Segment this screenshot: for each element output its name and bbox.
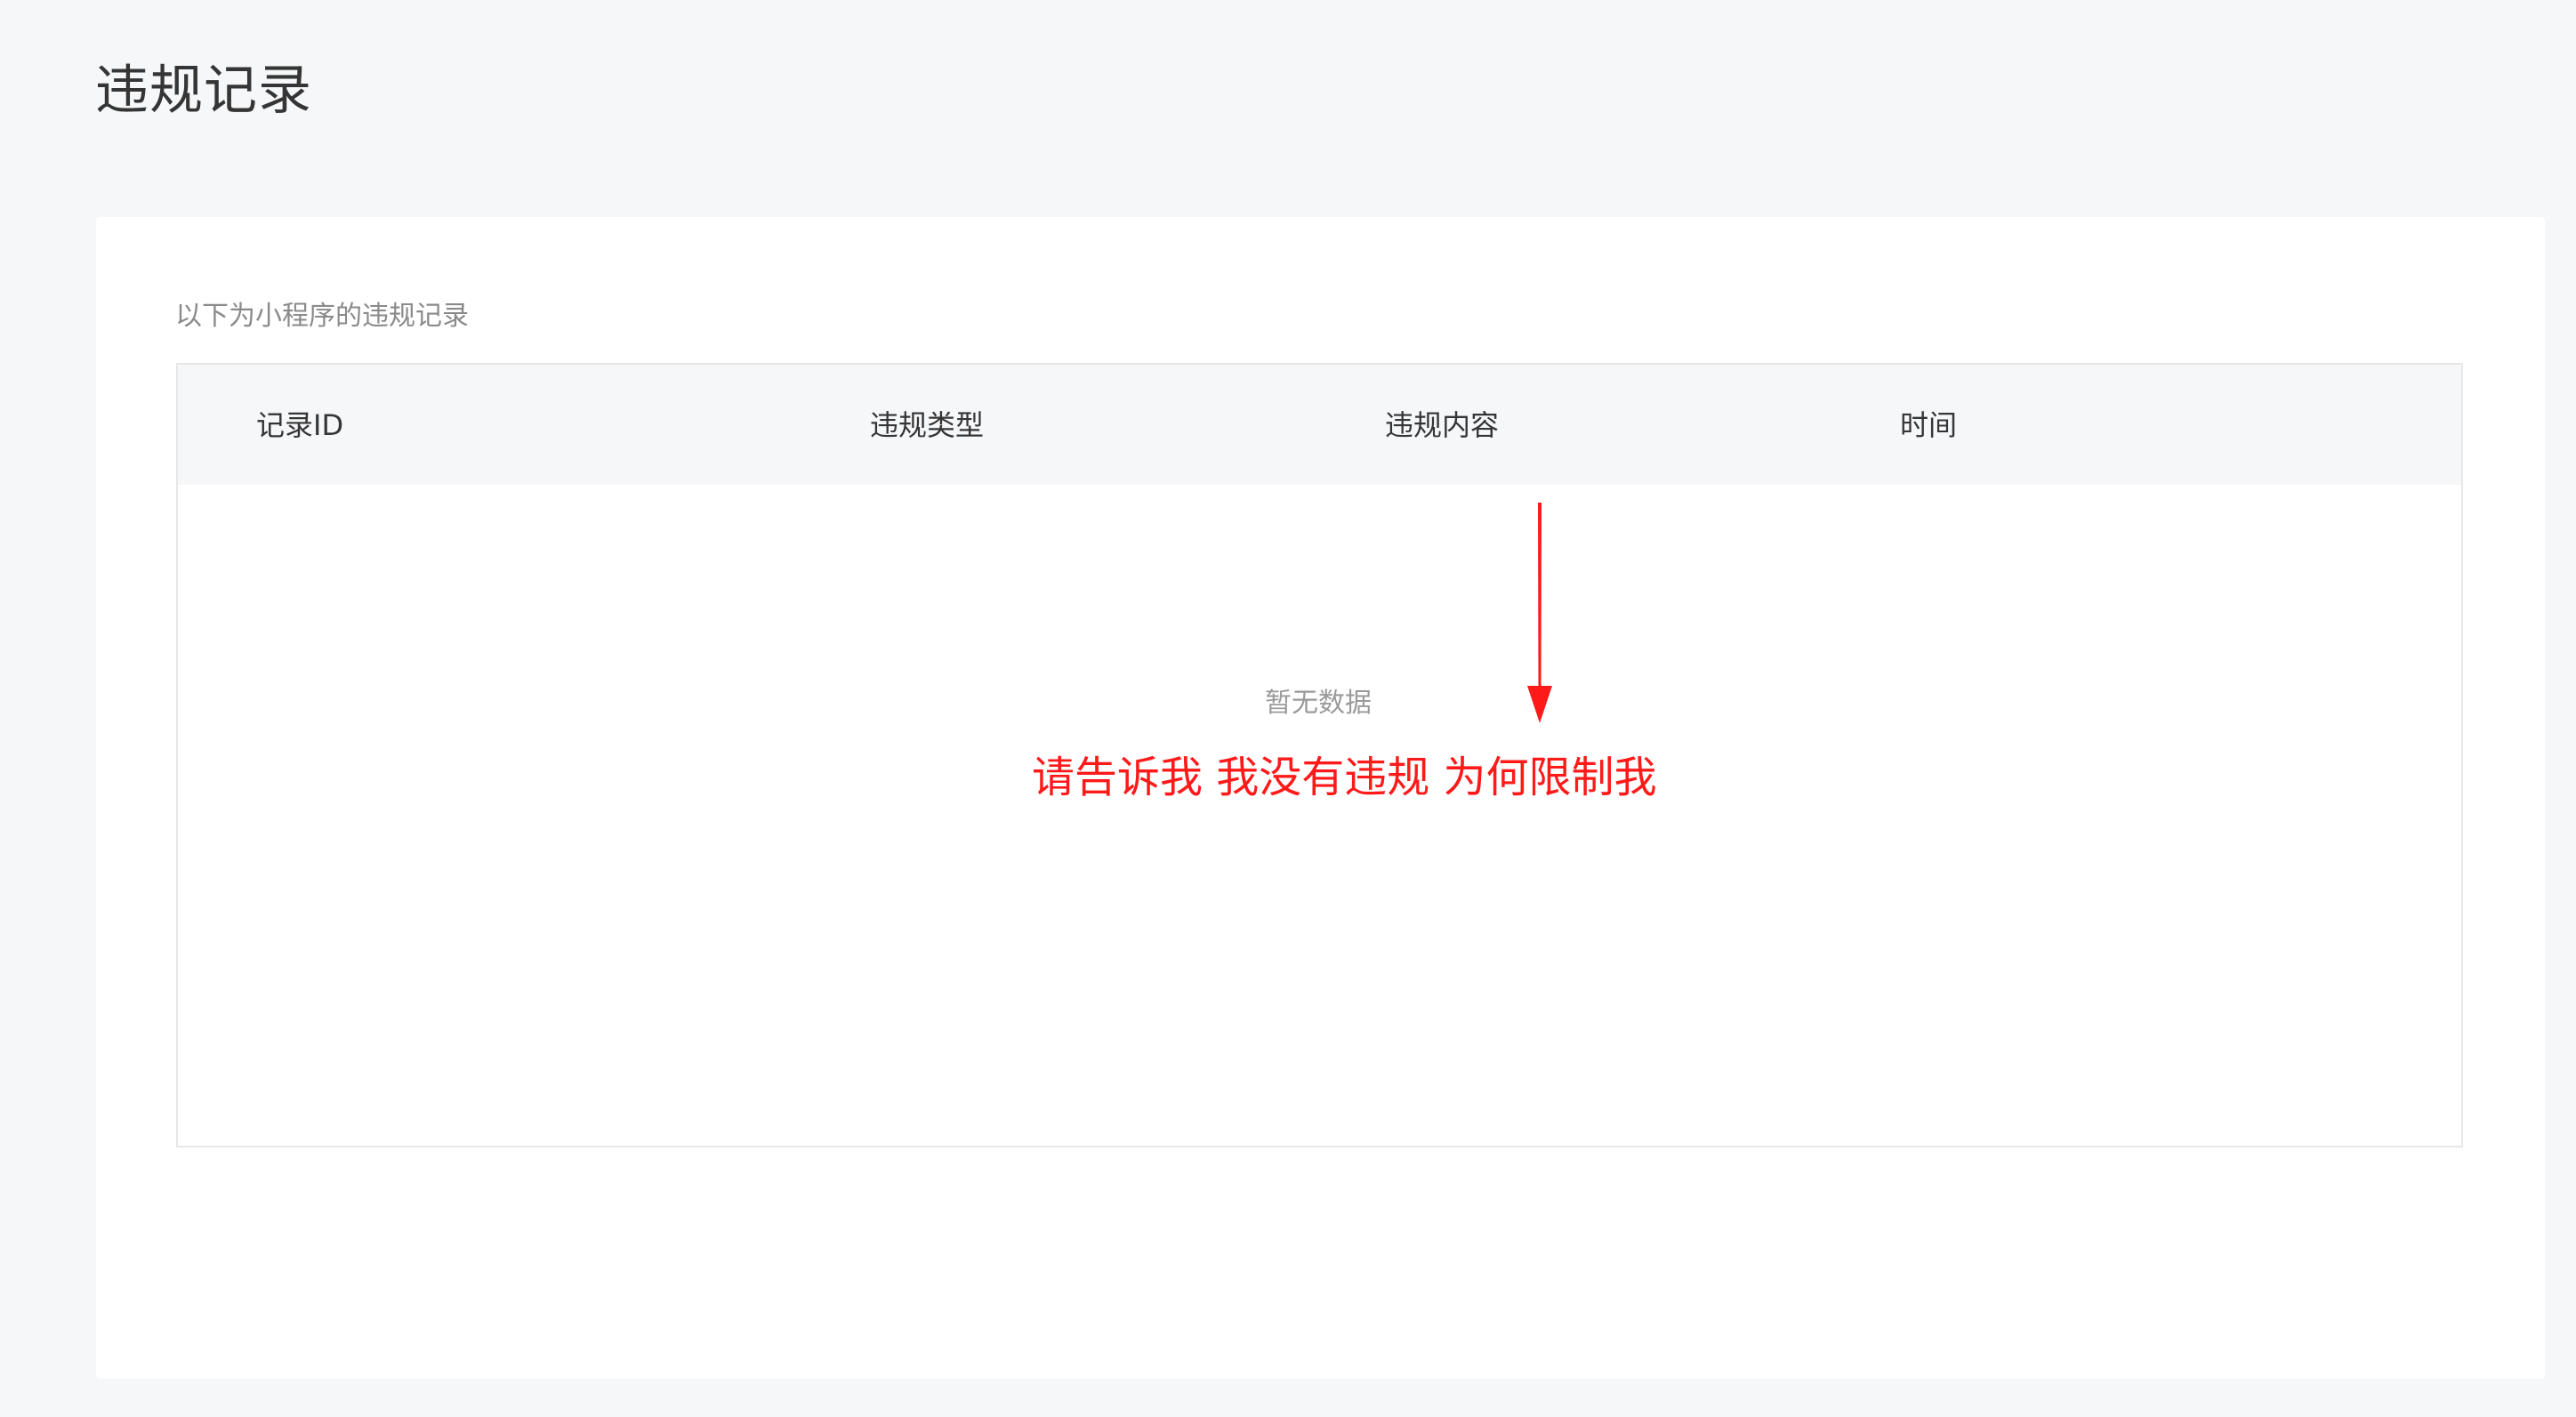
table-caption: 以下为小程序的违规记录 xyxy=(175,301,469,332)
table-header-row: 记录ID 违规类型 违规内容 时间 xyxy=(178,365,2461,485)
column-header-violation-content: 违规内容 xyxy=(1385,408,1500,442)
table-body: 暂无数据 请告诉我 我没有违规 为何限制我 xyxy=(178,485,2461,1146)
violation-records-card: 以下为小程序的违规记录 记录ID 违规类型 违规内容 时间 暂无数据 请告诉我 … xyxy=(96,217,2545,1379)
red-down-arrow-icon xyxy=(1527,503,1552,723)
page-title: 违规记录 xyxy=(95,60,312,122)
violation-records-table: 记录ID 违规类型 违规内容 时间 暂无数据 请告诉我 我没有违规 为何限制我 xyxy=(176,363,2463,1147)
annotation-text: 请告诉我 我没有违规 为何限制我 xyxy=(1032,753,1657,802)
column-header-record-id: 记录ID xyxy=(256,408,344,442)
empty-state-text: 暂无数据 xyxy=(1265,688,1372,719)
column-header-time: 时间 xyxy=(1900,408,1958,442)
column-header-violation-type: 违规类型 xyxy=(870,408,985,442)
